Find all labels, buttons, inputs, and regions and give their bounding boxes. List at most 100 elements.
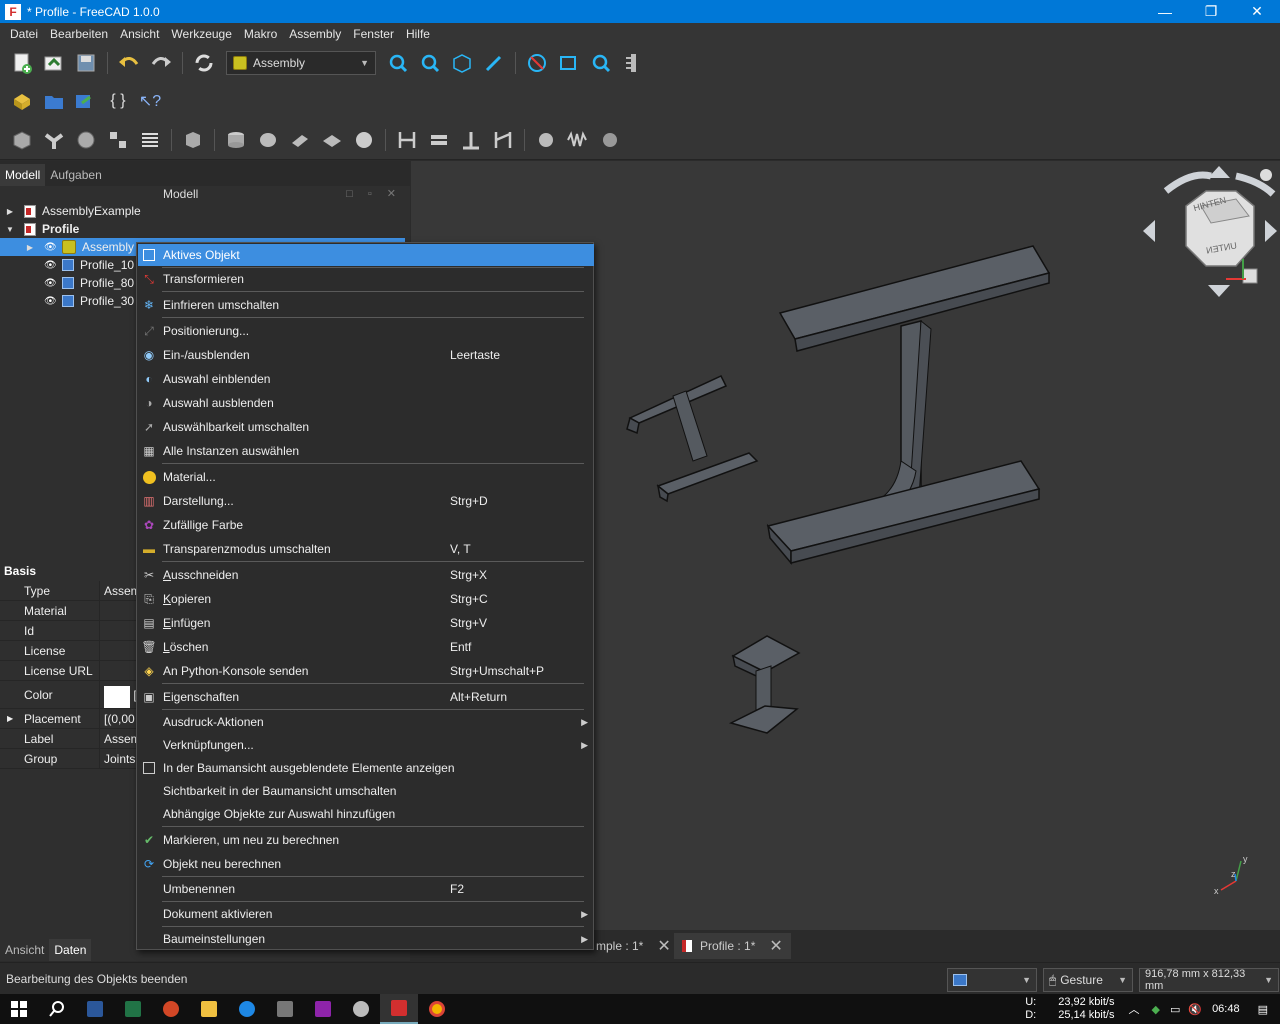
distance-joint-icon[interactable] xyxy=(393,126,421,154)
menu-fenster[interactable]: Fenster xyxy=(347,27,400,41)
menu-item-zufaellige-farbe[interactable]: ✿ Zufällige Farbe xyxy=(138,514,594,536)
navigation-style-selector[interactable]: 🖱 Gesture ▼ xyxy=(1043,968,1133,992)
whats-this-icon[interactable]: ↖? xyxy=(136,87,164,115)
menu-item-dokument-aktivieren[interactable]: Dokument aktivieren ▶ xyxy=(138,903,594,925)
notification-icon[interactable]: ▤ xyxy=(1258,1003,1268,1016)
doc-tab-assemblyexample[interactable]: mple : 1* ✕ xyxy=(596,933,671,959)
menu-item-auswahl-ausblenden[interactable]: ◑ Auswahl ausblenden xyxy=(138,392,594,414)
panel-controls[interactable]: □ ▫ ✕ xyxy=(346,187,402,200)
ball-joint-icon[interactable] xyxy=(350,126,378,154)
close-tab-icon[interactable]: ✕ xyxy=(657,936,670,956)
menu-item-python-konsole[interactable]: ◈ An Python-Konsole senden Strg+Umschalt… xyxy=(138,660,594,682)
file-explorer-icon[interactable] xyxy=(190,994,228,1024)
gears-joint-icon[interactable] xyxy=(532,126,560,154)
menu-item-markieren-neu-berechnen[interactable]: ✔ Markieren, um neu zu berechnen xyxy=(138,829,594,851)
insert-component-icon[interactable] xyxy=(8,126,36,154)
chevron-up-icon[interactable]: ︿ xyxy=(1128,1001,1139,1017)
menu-assembly[interactable]: Assembly xyxy=(283,27,347,41)
menu-item-positionierung[interactable]: ⤢ Positionierung... xyxy=(138,320,594,342)
stereo-icon[interactable] xyxy=(523,49,551,77)
menu-item-objekt-neu-berechnen[interactable]: ⟳ Objekt neu berechnen xyxy=(138,853,594,875)
draw-style-icon[interactable] xyxy=(480,49,508,77)
dimension-selector[interactable]: 916,78 mm x 812,33 mm ▼ xyxy=(1139,968,1279,992)
freecad-taskbar-icon[interactable] xyxy=(380,994,418,1024)
tree-item-assemblyexample[interactable]: ▶ AssemblyExample xyxy=(0,202,405,220)
collapse-arrow-icon[interactable]: ▼ xyxy=(4,225,16,234)
menu-item-einfuegen[interactable]: ▤ Einfügen Strg+V xyxy=(138,612,594,634)
menu-item-transformieren[interactable]: ⤡ Transformieren xyxy=(138,268,594,290)
undo-icon[interactable] xyxy=(115,49,143,77)
menu-item-auswahl-einblenden[interactable]: ◐ Auswahl einblenden xyxy=(138,368,594,390)
menu-item-umbenennen[interactable]: Umbenennen F2 xyxy=(138,878,594,900)
fit-selection-icon[interactable] xyxy=(416,49,444,77)
slider-joint-icon[interactable] xyxy=(286,126,314,154)
menu-ansicht[interactable]: Ansicht xyxy=(114,27,165,41)
cylindrical-joint-icon[interactable] xyxy=(254,126,282,154)
powerpoint-icon[interactable] xyxy=(152,994,190,1024)
bom-icon[interactable] xyxy=(136,126,164,154)
expand-arrow-icon[interactable]: ▶ xyxy=(7,709,13,729)
minimize-button[interactable]: — xyxy=(1142,0,1188,23)
search-icon[interactable] xyxy=(38,994,76,1024)
fixed-joint-icon[interactable] xyxy=(40,126,68,154)
tab-ansicht[interactable]: Ansicht xyxy=(0,939,49,961)
visibility-eye-icon[interactable]: 👁 xyxy=(44,260,57,271)
doc-tab-profile[interactable]: Profile : 1* ✕ xyxy=(674,933,791,959)
planar-joint-icon[interactable] xyxy=(318,126,346,154)
menu-item-darstellung[interactable]: ▥ Darstellung... Strg+D xyxy=(138,490,594,512)
revolute-joint-icon[interactable] xyxy=(222,126,250,154)
maximize-button[interactable]: ❐ xyxy=(1188,0,1234,23)
parallel-joint-icon[interactable] xyxy=(425,126,453,154)
navigation-cube[interactable] xyxy=(1143,166,1277,297)
tab-modell[interactable]: Modell xyxy=(0,164,46,186)
menu-makro[interactable]: Makro xyxy=(238,27,283,41)
word-icon[interactable] xyxy=(76,994,114,1024)
excel-icon[interactable] xyxy=(114,994,152,1024)
save-icon[interactable] xyxy=(72,49,100,77)
tab-daten[interactable]: Daten xyxy=(49,939,92,961)
menu-datei[interactable]: Datei xyxy=(4,27,44,41)
menu-item-einfrieren[interactable]: ❄ Einfrieren umschalten xyxy=(138,294,594,316)
menu-item-alle-instanzen[interactable]: ▦ Alle Instanzen auswählen xyxy=(138,440,594,462)
calculator-icon[interactable] xyxy=(266,994,304,1024)
angle-joint-icon[interactable] xyxy=(489,126,517,154)
variable-set-icon[interactable]: { } xyxy=(104,87,132,115)
menu-item-ausschneiden[interactable]: ✂ Ausschneiden Strg+X xyxy=(138,564,594,586)
ground-joint-icon[interactable] xyxy=(179,126,207,154)
expand-arrow-icon[interactable]: ▶ xyxy=(4,207,16,216)
tree-item-profile[interactable]: ▼ Profile xyxy=(0,220,405,238)
property-value[interactable]: [ xyxy=(100,681,137,708)
property-value[interactable]: Assem xyxy=(100,729,141,748)
exploded-view-icon[interactable] xyxy=(104,126,132,154)
shield-icon[interactable]: ◆ xyxy=(1151,1003,1159,1016)
menu-item-eigenschaften[interactable]: ▣ Eigenschaften Alt+Return xyxy=(138,686,594,708)
property-value[interactable] xyxy=(100,641,104,660)
workbench-selector[interactable]: Assembly ▼ xyxy=(226,51,376,75)
property-value[interactable]: [(0,00 xyxy=(100,709,135,728)
open-document-icon[interactable] xyxy=(40,49,68,77)
network-icon[interactable]: ▭ xyxy=(1170,1003,1180,1016)
zoom-icon[interactable] xyxy=(587,49,615,77)
windows-start-icon[interactable] xyxy=(0,994,38,1024)
draw-style-selector[interactable]: ▼ xyxy=(947,968,1037,992)
close-button[interactable]: ✕ xyxy=(1234,0,1280,23)
solve-assembly-icon[interactable] xyxy=(72,126,100,154)
menu-item-auswaehlbarkeit[interactable]: ➚ Auswählbarkeit umschalten xyxy=(138,416,594,438)
menu-item-sichtbarkeit-baumansicht[interactable]: Sichtbarkeit in der Baumansicht umschalt… xyxy=(138,780,594,802)
measure-icon[interactable] xyxy=(619,49,647,77)
link-icon[interactable] xyxy=(72,87,100,115)
fit-all-icon[interactable] xyxy=(384,49,412,77)
menu-item-transparenz[interactable]: ▬ Transparenzmodus umschalten V, T xyxy=(138,538,594,560)
menu-bearbeiten[interactable]: Bearbeiten xyxy=(44,27,114,41)
refresh-icon[interactable] xyxy=(190,49,218,77)
winrar-icon[interactable] xyxy=(304,994,342,1024)
menu-item-verknuepfungen[interactable]: Verknüpfungen... ▶ xyxy=(138,734,594,756)
property-value[interactable] xyxy=(100,661,104,680)
tab-aufgaben[interactable]: Aufgaben xyxy=(45,164,106,186)
menu-item-kopieren[interactable]: ⎘ Kopieren Strg+C xyxy=(138,588,594,610)
simulation-icon[interactable] xyxy=(596,126,624,154)
perpendicular-joint-icon[interactable] xyxy=(457,126,485,154)
visibility-eye-icon[interactable]: 👁 xyxy=(44,278,57,289)
visibility-eye-icon[interactable]: 👁 xyxy=(44,296,57,307)
new-document-icon[interactable] xyxy=(8,49,36,77)
